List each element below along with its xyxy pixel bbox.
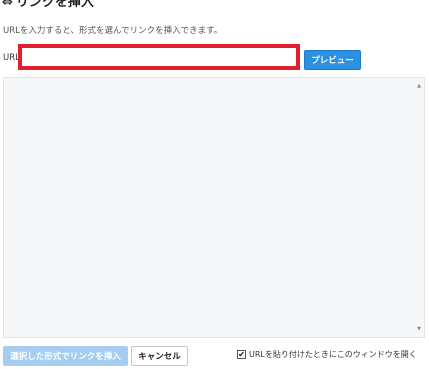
dialog-header: ⇔ リンクを挿入 [2, 0, 94, 12]
dialog-description: URLを入力すると、形式を選んでリンクを挿入できます。 [3, 26, 223, 36]
open-window-label: URLを貼り付けたときにこのウィンドウを開く [249, 350, 417, 359]
scroll-down-icon[interactable]: ▼ [417, 326, 421, 332]
preview-button[interactable]: プレビュー [304, 50, 361, 70]
preview-area[interactable]: ▲ ▼ [3, 77, 425, 338]
preview-scrollbar[interactable]: ▲ ▼ [412, 78, 424, 337]
scroll-up-icon[interactable]: ▲ [417, 83, 421, 89]
insert-link-dialog: ⇔ リンクを挿入 URLを入力すると、形式を選んでリンクを挿入できます。 URL… [0, 0, 429, 369]
insert-link-button[interactable]: 選択した形式でリンクを挿入 [3, 346, 128, 366]
open-window-checkbox[interactable]: ✔ [237, 350, 246, 359]
link-icon: ⇔ [2, 0, 13, 10]
dialog-title: リンクを挿入 [15, 0, 94, 10]
url-input[interactable] [18, 44, 300, 70]
cancel-button[interactable]: キャンセル [131, 346, 188, 366]
open-window-option[interactable]: ✔ URLを貼り付けたときにこのウィンドウを開く [237, 349, 417, 360]
